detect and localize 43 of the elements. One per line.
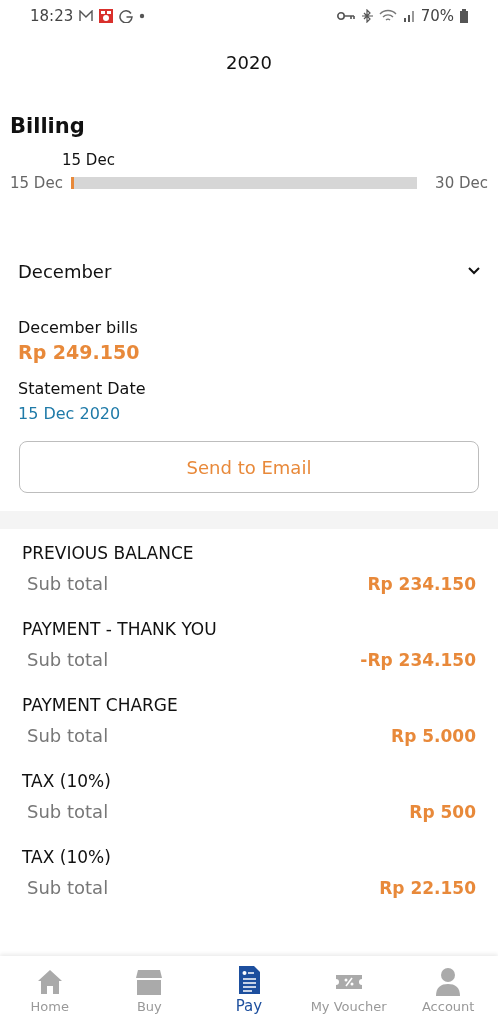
google-icon [119,9,134,23]
subtotal-amount: Rp 500 [409,801,476,822]
nav-tab[interactable]: Buy [99,956,200,1024]
nav-tab[interactable]: Pay [199,956,299,1024]
status-time: 18:23 [30,7,74,25]
month-dropdown[interactable]: December [0,256,498,286]
nav-tab[interactable]: Account [398,956,498,1024]
item-title: TAX (10%) [22,771,112,791]
subtotal-label: Sub total [27,573,109,594]
signal-icon [402,10,415,22]
wifi-icon [378,9,397,23]
subtotal-amount: Rp 22.150 [379,877,476,898]
nav-tab[interactable]: My Voucher [298,956,399,1024]
subtotal-amount: -Rp 234.150 [360,649,476,670]
subtotal-amount: Rp 5.000 [391,725,476,746]
start-date: 15 Dec [10,174,63,192]
item-title: PAYMENT CHARGE [22,695,179,715]
dot-icon [139,13,146,19]
item-title: PAYMENT - THANK YOU [22,619,218,639]
mail-icon [79,10,94,22]
item-title: PREVIOUS BALANCE [22,543,195,563]
current-date-label: 15 Dec [62,151,115,169]
bills-amount: Rp 249.150 [18,341,140,363]
year-title: 2020 [226,52,272,75]
send-email-button[interactable]: Send to Email [19,441,479,493]
statement-date-label: Statement Date [18,379,146,398]
chevron-icon [468,267,480,275]
nav-tab[interactable]: Home [0,956,100,1024]
app-icon [99,9,114,23]
section-title: Billing [10,114,86,138]
subtotal-amount: Rp 234.150 [367,573,476,594]
bluetooth-icon [360,9,373,23]
key-icon [336,11,355,21]
bills-label: December bills [18,318,138,337]
subtotal-label: Sub total [27,801,109,822]
subtotal-label: Sub total [27,877,109,898]
subtotal-label: Sub total [27,649,109,670]
battery-percent: 70% [420,7,454,25]
battery-icon [460,9,468,23]
item-title: TAX (10%) [22,847,112,867]
end-date: 30 Dec [435,174,488,192]
subtotal-label: Sub total [27,725,109,746]
statement-date: 15 Dec 2020 [18,404,121,423]
